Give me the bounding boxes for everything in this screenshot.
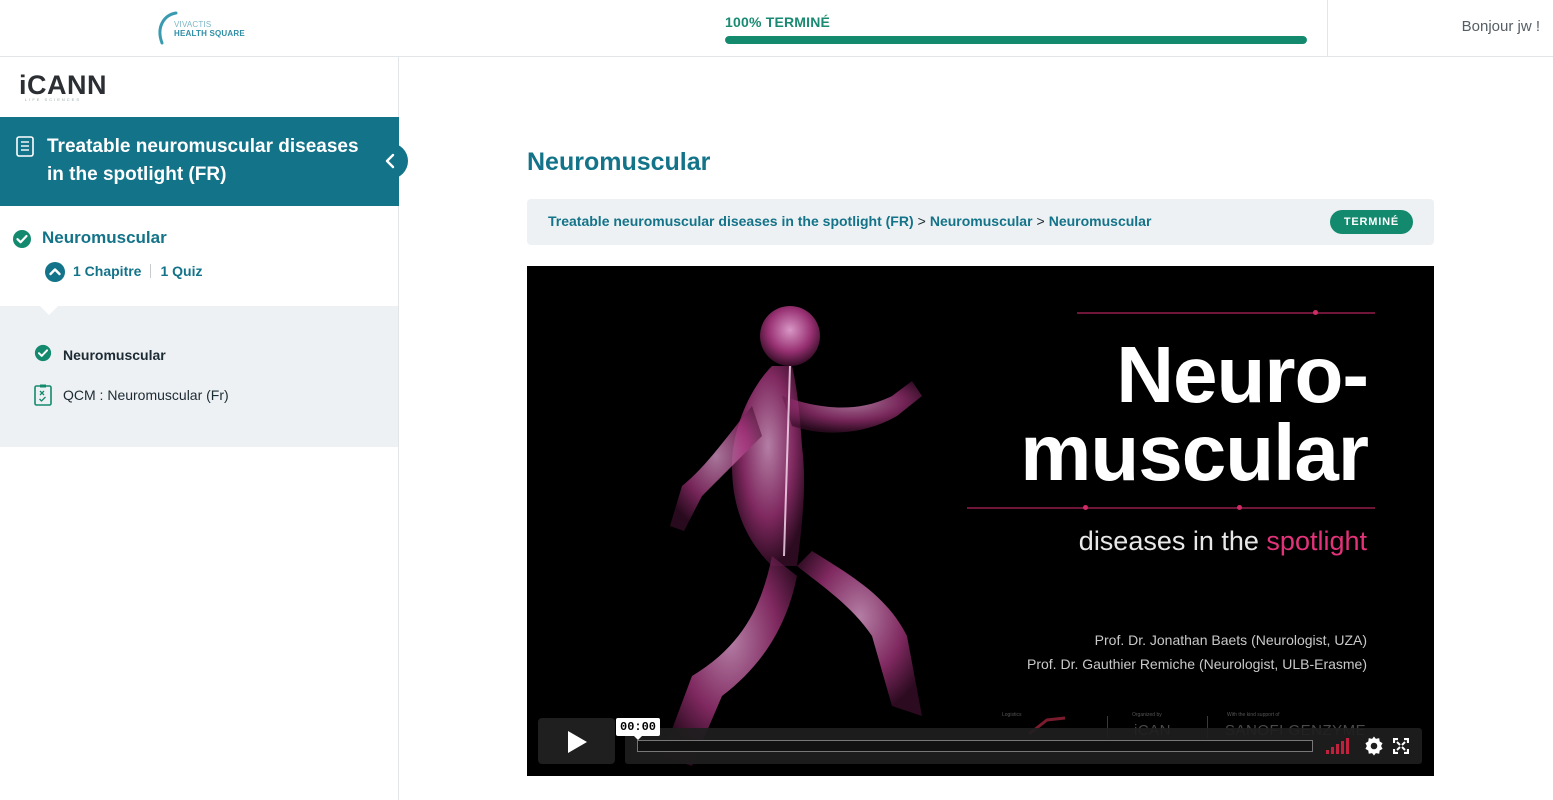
page-title: Neuromuscular xyxy=(527,148,711,176)
slide-rule-dot xyxy=(1313,310,1318,315)
ican-logo: iCANN LIFE SCIENCES xyxy=(19,71,109,103)
slide-rule-dot xyxy=(1083,505,1088,510)
slide-subtitle-plain: diseases in the xyxy=(1078,526,1267,556)
quiz-label[interactable]: QCM : Neuromuscular (Fr) xyxy=(63,387,229,403)
breadcrumb-current[interactable]: Neuromuscular xyxy=(1049,213,1152,229)
current-time-tooltip: 00:00 xyxy=(616,718,661,740)
breadcrumb-link-course[interactable]: Treatable neuromuscular diseases in the … xyxy=(548,213,914,229)
document-icon xyxy=(16,136,34,157)
section-title[interactable]: Neuromuscular xyxy=(42,228,167,248)
video-scrubber[interactable] xyxy=(637,740,1313,752)
breadcrumb-link-section[interactable]: Neuromuscular xyxy=(930,213,1033,229)
check-circle-icon xyxy=(13,230,31,248)
chevron-up-icon[interactable] xyxy=(45,262,65,282)
brand-line2: HEALTH SQUARE xyxy=(174,29,245,38)
slide-rule-dot xyxy=(1237,505,1242,510)
logo-caption-support: With the kind support of xyxy=(1227,712,1280,718)
panel-notch xyxy=(39,305,59,315)
slide-title-line1: Neuro- xyxy=(1116,330,1369,419)
course-sidebar: iCANN LIFE SCIENCES Treatable neuromuscu… xyxy=(0,57,408,800)
slide-title: Neuro- muscular xyxy=(1020,330,1369,497)
slide-subtitle-accent: spotlight xyxy=(1266,526,1367,556)
lesson-label[interactable]: Neuromuscular xyxy=(63,347,166,363)
runner-anatomy-illustration xyxy=(662,306,922,766)
section-items-panel: Neuromuscular QCM : Neuromuscular (Fr) xyxy=(0,305,398,447)
play-button[interactable] xyxy=(538,718,615,764)
collapse-sidebar-button[interactable] xyxy=(376,143,408,179)
check-circle-icon xyxy=(34,344,52,362)
top-bar: VIVACTIS HEALTH SQUARE 100% TERMINÉ Bonj… xyxy=(0,0,1553,57)
progress-fill xyxy=(725,36,1307,44)
chapter-count: 1 Chapitre xyxy=(73,263,142,279)
slide-rule-bottom xyxy=(967,507,1375,509)
breadcrumb-separator: > xyxy=(917,213,926,229)
status-badge: TERMINÉ xyxy=(1329,210,1413,234)
slide-subtitle: diseases in the spotlight xyxy=(1079,526,1367,557)
course-progress: 100% TERMINÉ xyxy=(725,14,1307,44)
slide-title-line2: muscular xyxy=(1020,408,1369,497)
breadcrumb-separator: > xyxy=(1036,213,1045,229)
progress-track xyxy=(725,36,1307,44)
vivactis-logo[interactable]: VIVACTIS HEALTH SQUARE xyxy=(156,9,246,47)
author-2: Prof. Dr. Gauthier Remiche (Neurologist,… xyxy=(1027,656,1367,672)
chevron-left-icon xyxy=(385,153,395,169)
logo-caption-logistics: Logistics xyxy=(1002,712,1022,718)
quiz-clipboard-icon xyxy=(34,384,52,406)
slide-rule-top xyxy=(1077,312,1375,314)
slide-authors: Prof. Dr. Jonathan Baets (Neurologist, U… xyxy=(1027,628,1367,676)
video-player[interactable]: Neuro- muscular diseases in the spotligh… xyxy=(527,266,1434,776)
logo-tagline: LIFE SCIENCES xyxy=(25,97,82,102)
logo-text: iCANN xyxy=(19,70,107,100)
section-meta: 1 Chapitre 1 Quiz xyxy=(73,263,202,279)
course-title: Treatable neuromuscular diseases in the … xyxy=(47,136,359,185)
breadcrumb: Treatable neuromuscular diseases in the … xyxy=(548,213,1151,229)
author-1: Prof. Dr. Jonathan Baets (Neurologist, U… xyxy=(1094,632,1367,648)
brand-line1: VIVACTIS xyxy=(174,20,212,29)
meta-divider xyxy=(150,264,152,278)
section-neuromuscular[interactable]: Neuromuscular 1 Chapitre 1 Quiz xyxy=(0,206,398,306)
settings-gear-icon[interactable] xyxy=(1364,736,1384,756)
fullscreen-icon[interactable] xyxy=(1393,738,1409,754)
volume-control[interactable] xyxy=(1326,738,1354,754)
video-controls xyxy=(625,728,1422,764)
header-divider xyxy=(1327,0,1328,56)
quiz-count: 1 Quiz xyxy=(160,263,203,279)
progress-label: 100% TERMINÉ xyxy=(725,14,831,30)
breadcrumb-bar: Treatable neuromuscular diseases in the … xyxy=(527,199,1434,245)
logo-caption-organizer: Organized by xyxy=(1132,712,1162,718)
play-icon xyxy=(568,731,587,753)
user-greeting[interactable]: Bonjour jw ! xyxy=(1462,18,1540,35)
course-header: Treatable neuromuscular diseases in the … xyxy=(0,117,408,206)
